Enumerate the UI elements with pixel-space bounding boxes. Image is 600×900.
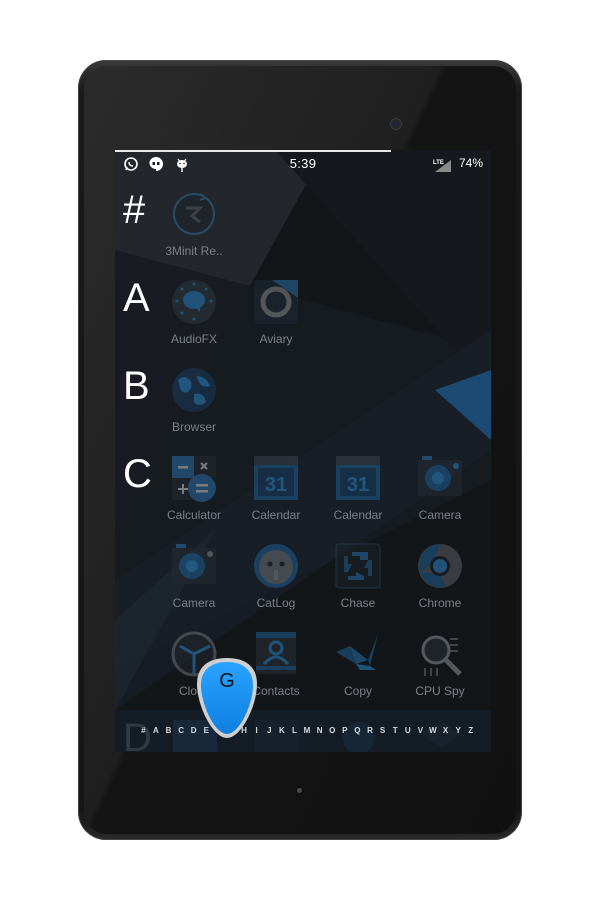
audiofx-icon [172,280,216,324]
copy-crane-icon [336,634,378,670]
app-calculator[interactable]: Calculator [153,452,235,532]
fast-scroll-indicator [197,658,257,738]
index-letter[interactable]: K [276,726,289,735]
catlog-icon [254,544,298,588]
index-letter[interactable]: S [376,726,389,735]
app-calendar[interactable]: 31 Calendar [235,452,317,532]
browser-globe-icon [172,368,216,412]
index-letter[interactable]: J [263,726,276,735]
calculator-icon [172,456,216,502]
index-letter[interactable]: C [175,726,188,735]
app-browser[interactable]: Browser [153,364,235,444]
app-calendar[interactable]: 31 Calendar [317,452,399,532]
front-camera [390,118,402,130]
chase-icon [335,543,381,589]
app-chrome[interactable]: Chrome [399,540,481,620]
lte-signal-icon: LTE [433,160,451,172]
app-label: Calendar [251,508,301,522]
app-aviary[interactable]: Aviary [235,276,317,356]
alphabet-index-bar[interactable]: #ABCDEFGHIJKLMNOPQRSTUVWXYZ [115,710,491,752]
app-label: Browser [171,420,216,434]
index-letter[interactable]: R [364,726,377,735]
index-letter[interactable]: Q [351,726,364,735]
index-letter[interactable]: M [301,726,314,735]
3minit-icon [173,193,215,235]
index-letter[interactable]: A [150,726,163,735]
aviary-icon [254,280,298,324]
app-label: Camera [418,508,462,522]
index-letter[interactable]: O [326,726,339,735]
fast-scroll-bubble[interactable]: G [195,656,259,740]
camera-icon [172,544,216,584]
app-label: Chrome [418,596,462,610]
index-letter[interactable]: P [339,726,352,735]
app-audiofx[interactable]: AudioFX [153,276,235,356]
fast-scroll-letter: G [219,670,235,692]
app-chase[interactable]: Chase [317,540,399,620]
app-label: Calendar [333,508,383,522]
app-label: CatLog [256,596,296,610]
app-label: Calculator [166,508,222,522]
svg-text:31: 31 [265,474,287,496]
index-letter[interactable]: X [439,726,452,735]
svg-text:LTE: LTE [433,160,444,166]
index-letter[interactable]: B [162,726,175,735]
app-cpu-spy[interactable]: CPU Spy [399,628,481,708]
index-letter[interactable]: L [288,726,301,735]
app-label: 3Minit Re.. [165,244,223,258]
app-copy[interactable]: Copy [317,628,399,708]
cpu-spy-icon [421,635,462,676]
light-sensor [297,788,302,793]
app-label: Copy [343,684,372,698]
index-letter[interactable]: # [137,726,150,735]
index-letter[interactable]: U [401,726,414,735]
app-label: AudioFX [170,332,218,346]
index-letter[interactable]: N [313,726,326,735]
battery-percent: 74% [458,156,483,170]
index-letter[interactable]: Z [464,726,477,735]
camera-icon [418,456,462,496]
index-letter[interactable]: T [389,726,402,735]
index-letter[interactable]: Y [452,726,465,735]
app-catlog[interactable]: CatLog [235,540,317,620]
chrome-icon [418,544,462,588]
calendar-icon: 31 [254,456,298,500]
app-camera[interactable]: Camera [153,540,235,620]
app-label: Camera [172,596,216,610]
contacts-icon [256,632,296,674]
app-drawer-screen: 5:39 LTE 74% # A B C D 3Minit Re.. Audio… [115,150,491,752]
calendar-icon: 31 [336,456,380,500]
status-bar: 5:39 LTE 74% [115,152,491,176]
app-3minit[interactable]: 3Minit Re.. [153,188,235,268]
index-letters[interactable]: #ABCDEFGHIJKLMNOPQRSTUVWXYZ [137,726,477,735]
app-label: CPU Spy [415,684,465,698]
app-camera[interactable]: Camera [399,452,481,532]
app-label: Chase [340,596,376,610]
index-letter[interactable]: V [414,726,427,735]
app-label: Aviary [259,332,293,346]
svg-text:31: 31 [347,474,369,496]
index-letter[interactable]: W [427,726,440,735]
